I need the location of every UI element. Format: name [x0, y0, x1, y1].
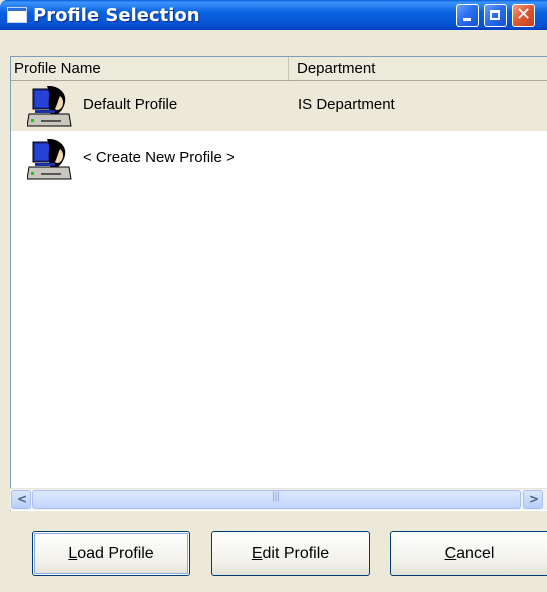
- close-button[interactable]: ✕: [512, 4, 535, 27]
- window-title: Profile Selection: [33, 5, 200, 26]
- load-profile-button[interactable]: Load Profile: [32, 531, 190, 576]
- scroll-left-button[interactable]: <: [11, 490, 31, 509]
- chevron-left-icon: <: [17, 492, 28, 506]
- scrollbar-thumb[interactable]: |||: [32, 490, 521, 509]
- column-header-profile-name[interactable]: Profile Name: [11, 57, 289, 81]
- edit-mnemonic: E: [251, 545, 263, 562]
- list-item-create-new-profile[interactable]: < Create New Profile >: [11, 134, 547, 184]
- minimize-icon: [463, 18, 471, 21]
- profile-name-cell: < Create New Profile >: [83, 149, 235, 166]
- profile-list[interactable]: Profile Name Department Default Profile …: [10, 56, 547, 511]
- cancel-mnemonic: C: [444, 545, 457, 562]
- window-icon: [7, 7, 27, 23]
- profile-selection-window: Profile Selection ✕ Profile Name Departm…: [0, 0, 547, 592]
- close-icon: ✕: [516, 4, 532, 25]
- horizontal-scrollbar[interactable]: < ||| >: [10, 488, 547, 510]
- edit-label: dit Profile: [262, 545, 330, 562]
- maximize-icon: [490, 10, 500, 20]
- computer-user-icon: [27, 86, 72, 127]
- cancel-label: ancel: [456, 545, 495, 562]
- title-bar[interactable]: Profile Selection ✕: [0, 0, 547, 30]
- maximize-button[interactable]: [484, 4, 507, 27]
- list-item-default-profile[interactable]: Default Profile IS Department: [11, 81, 547, 131]
- computer-user-icon: [27, 139, 72, 180]
- load-label: oad Profile: [77, 545, 154, 562]
- cancel-button[interactable]: Cancel: [390, 531, 547, 576]
- edit-profile-button[interactable]: Edit Profile: [211, 531, 370, 576]
- column-header-department[interactable]: Department: [289, 57, 547, 81]
- load-mnemonic: L: [68, 545, 78, 562]
- chevron-right-icon: >: [529, 492, 540, 506]
- grip-icon: |||: [272, 491, 280, 502]
- profile-name-cell: Default Profile: [83, 96, 178, 113]
- minimize-button[interactable]: [456, 4, 479, 27]
- department-cell: IS Department: [298, 96, 395, 113]
- scroll-right-button[interactable]: >: [523, 490, 543, 509]
